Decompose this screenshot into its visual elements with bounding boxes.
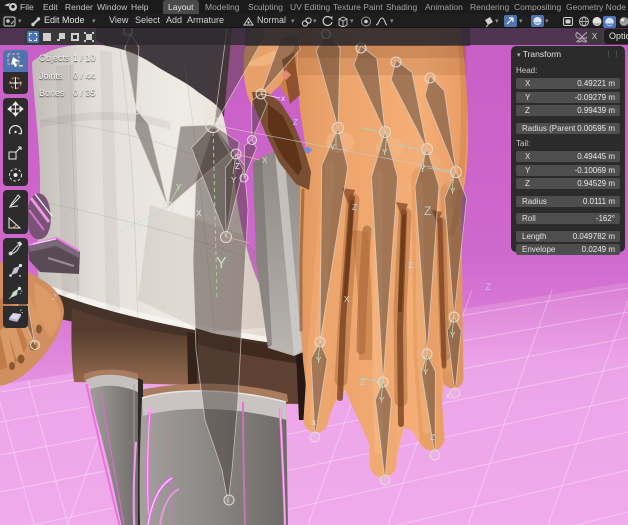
svg-text:Z: Z xyxy=(52,293,57,302)
svg-text:Y: Y xyxy=(450,187,456,196)
svg-text:Z: Z xyxy=(430,433,435,442)
svg-text:Z: Z xyxy=(235,162,240,171)
svg-text:Z: Z xyxy=(485,282,491,293)
svg-text:Y: Y xyxy=(330,143,336,152)
svg-text:x: x xyxy=(446,391,450,400)
svg-text:X: X xyxy=(262,156,268,165)
svg-text:x: x xyxy=(281,94,285,103)
svg-text:Y: Y xyxy=(450,331,456,340)
svg-text:Y: Y xyxy=(231,176,237,185)
svg-text:Y: Y xyxy=(96,286,102,295)
svg-text:X: X xyxy=(344,295,350,304)
svg-text:Z: Z xyxy=(360,378,365,387)
svg-text:Y: Y xyxy=(316,356,322,365)
svg-text:Z: Z xyxy=(424,204,431,218)
svg-text:Z: Z xyxy=(408,261,413,270)
svg-text:x: x xyxy=(312,418,316,427)
svg-text:Z: Z xyxy=(293,118,298,127)
svg-text:Y: Y xyxy=(216,255,227,272)
svg-text:X: X xyxy=(196,209,202,218)
svg-text:Y: Y xyxy=(379,396,385,405)
svg-text:Z: Z xyxy=(352,203,357,212)
svg-text:Y: Y xyxy=(423,368,429,377)
